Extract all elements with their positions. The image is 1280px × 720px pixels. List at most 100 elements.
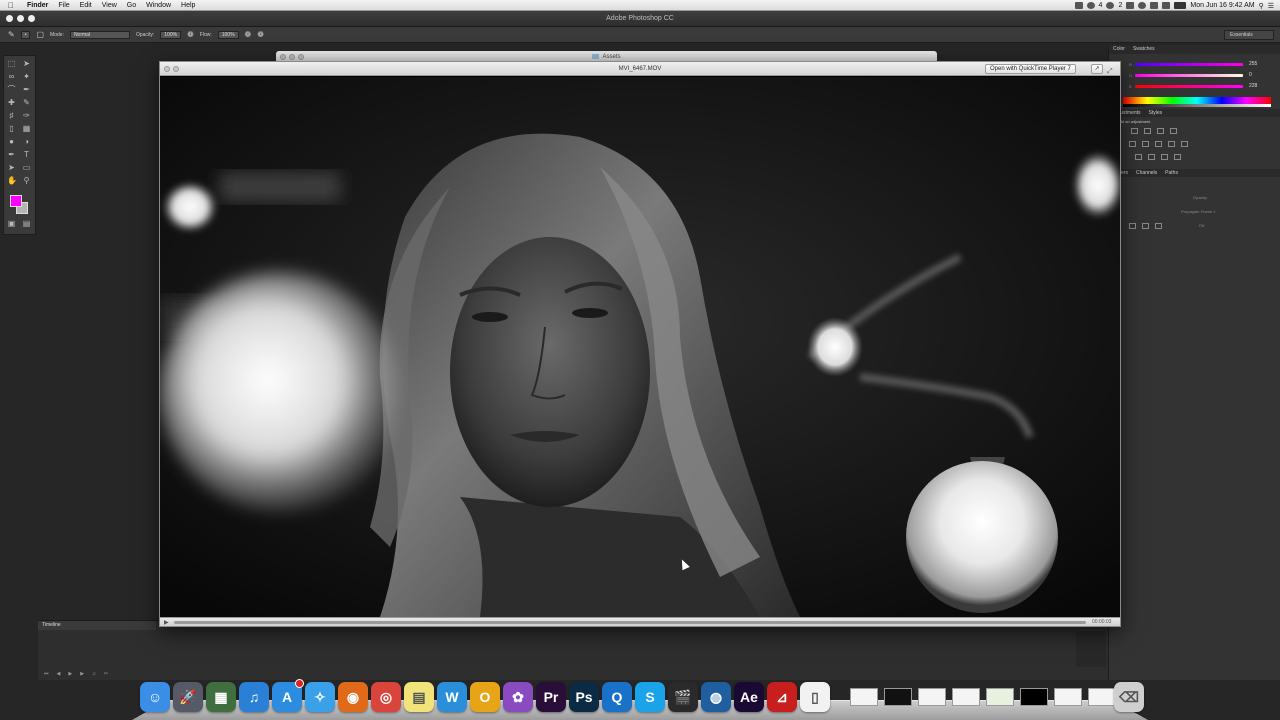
clapboard-icon[interactable]: 🎬 bbox=[668, 682, 698, 712]
word-icon[interactable]: W bbox=[437, 682, 467, 712]
dock-window-thumbnail[interactable] bbox=[884, 688, 912, 706]
clone-stamp-tool-icon[interactable]: ♯ bbox=[7, 111, 16, 120]
premiere-icon[interactable]: Pr bbox=[536, 682, 566, 712]
menu-edit[interactable]: Edit bbox=[75, 0, 97, 11]
blur-tool-icon[interactable]: ● bbox=[7, 137, 16, 146]
brush-panel-icon[interactable]: ▢ bbox=[36, 30, 44, 39]
hand-tool-icon[interactable]: ✋ bbox=[7, 176, 17, 185]
exposure-adjustment-icon[interactable] bbox=[1170, 128, 1177, 134]
finder-icon[interactable]: ☺ bbox=[140, 682, 170, 712]
channel-r-slider[interactable] bbox=[1135, 63, 1243, 66]
app-store-icon[interactable]: A bbox=[272, 679, 304, 712]
type-tool-icon[interactable]: T bbox=[22, 150, 31, 159]
dropbox-icon[interactable] bbox=[1086, 2, 1095, 9]
dock-window-thumbnail[interactable] bbox=[1054, 688, 1082, 706]
channel-b-slider[interactable] bbox=[1135, 85, 1243, 88]
document-icon[interactable]: ▯ bbox=[800, 682, 830, 712]
invert-adjustment-icon[interactable] bbox=[1135, 154, 1142, 160]
prev-frame-icon[interactable]: ◀ bbox=[57, 671, 61, 677]
color-spectrum-ramp[interactable] bbox=[1123, 97, 1271, 104]
pressure-size-icon[interactable]: ❁ bbox=[257, 30, 264, 39]
dock-window-thumbnail[interactable] bbox=[850, 688, 878, 706]
after-effects-icon[interactable]: Ae bbox=[734, 682, 764, 712]
dock-window-thumbnail[interactable] bbox=[986, 688, 1014, 706]
pressure-opacity-icon[interactable]: ❁ bbox=[187, 30, 194, 39]
shape-tool-icon[interactable]: ▭ bbox=[22, 163, 31, 172]
menu-help[interactable]: Help bbox=[176, 0, 200, 11]
opacity-input[interactable]: 100% bbox=[160, 30, 182, 39]
wifi-icon[interactable] bbox=[1150, 2, 1159, 9]
scissors-icon[interactable]: ✂ bbox=[104, 671, 108, 677]
first-frame-icon[interactable]: ⏮ bbox=[44, 671, 49, 677]
brightness-adjustment-icon[interactable] bbox=[1131, 128, 1138, 134]
curves-adjustment-icon[interactable] bbox=[1157, 128, 1164, 134]
play-button-icon[interactable]: ▶ bbox=[164, 619, 169, 626]
video-frame[interactable] bbox=[160, 77, 1120, 617]
tab-styles[interactable]: Styles bbox=[1149, 109, 1163, 117]
channel-r-value[interactable]: 255 bbox=[1249, 61, 1257, 67]
path-select-tool-icon[interactable]: ➤ bbox=[7, 163, 16, 172]
launchpad-icon[interactable]: 🚀 bbox=[173, 682, 203, 712]
lasso-tool-icon[interactable]: ∞ bbox=[7, 72, 16, 81]
dock-window-thumbnail[interactable] bbox=[918, 688, 946, 706]
scrubber-track[interactable] bbox=[174, 621, 1086, 624]
lock-position-icon[interactable] bbox=[1142, 223, 1149, 229]
skype-icon[interactable]: S bbox=[635, 682, 665, 712]
apple-menu-icon[interactable]:  bbox=[0, 1, 22, 10]
acrobat-icon[interactable]: ⊿ bbox=[767, 682, 797, 712]
dodge-tool-icon[interactable]: ◑ bbox=[22, 137, 31, 146]
flow-input[interactable]: 100% bbox=[217, 30, 239, 39]
sync-icon[interactable] bbox=[1106, 2, 1115, 9]
assets-zoom-icon[interactable] bbox=[298, 54, 304, 60]
brush-tool-box-icon[interactable]: ✎ bbox=[22, 98, 31, 107]
pen-tool-icon[interactable]: ✒ bbox=[7, 150, 16, 159]
crop-tool-icon[interactable]: ⌒ bbox=[7, 85, 16, 94]
photo-filter-adjustment-icon[interactable] bbox=[1181, 141, 1188, 147]
foreground-color-swatch[interactable] bbox=[10, 195, 22, 207]
tab-channels[interactable]: Channels bbox=[1136, 169, 1157, 177]
channel-g-slider[interactable] bbox=[1135, 74, 1243, 77]
photoshop-icon[interactable]: Ps bbox=[569, 682, 599, 712]
quicklook-zoom-icon[interactable] bbox=[173, 66, 179, 72]
threshold-adjustment-icon[interactable] bbox=[1161, 154, 1168, 160]
itunes-icon[interactable]: ♫ bbox=[239, 682, 269, 712]
tab-color[interactable]: Color bbox=[1113, 45, 1125, 54]
vibrance-adjustment-icon[interactable] bbox=[1129, 141, 1136, 147]
trash-icon[interactable]: ⌫ bbox=[1114, 682, 1144, 712]
assets-minimize-icon[interactable] bbox=[289, 54, 295, 60]
screen-icon[interactable] bbox=[1074, 2, 1083, 9]
levels-adjustment-icon[interactable] bbox=[1144, 128, 1151, 134]
screen-mode-icon[interactable]: ▤ bbox=[22, 219, 31, 228]
color-balance-adjustment-icon[interactable] bbox=[1155, 141, 1162, 147]
black-white-adjustment-icon[interactable] bbox=[1168, 141, 1175, 147]
outlook-icon[interactable]: O bbox=[470, 682, 500, 712]
next-frame-icon[interactable]: ▶ bbox=[80, 671, 84, 677]
assets-close-icon[interactable] bbox=[280, 54, 286, 60]
channel-g-value[interactable]: 0 bbox=[1249, 72, 1252, 78]
dock-window-thumbnail[interactable] bbox=[952, 688, 980, 706]
channel-b-value[interactable]: 228 bbox=[1249, 83, 1257, 89]
menu-window[interactable]: Window bbox=[141, 0, 176, 11]
notification-center-icon[interactable]: ☰ bbox=[1268, 2, 1274, 10]
marquee-tool-icon[interactable]: ⬚ bbox=[7, 59, 16, 68]
spotlight-icon[interactable]: ⚲ bbox=[1259, 2, 1264, 10]
firefox-icon[interactable]: ◉ bbox=[338, 682, 368, 712]
brush-tool-icon[interactable]: ✎ bbox=[8, 30, 15, 39]
bluetooth-icon[interactable] bbox=[1138, 2, 1147, 9]
volume-icon[interactable] bbox=[1162, 2, 1171, 9]
time-machine-icon[interactable] bbox=[1126, 2, 1135, 9]
propagate-frame-label[interactable]: Propagate Frame 1 bbox=[1181, 209, 1215, 214]
menu-app-name[interactable]: Finder bbox=[22, 0, 53, 11]
minimize-window-icon[interactable] bbox=[17, 15, 24, 22]
dock-window-thumbnail[interactable] bbox=[1020, 688, 1048, 706]
tab-paths[interactable]: Paths bbox=[1165, 169, 1178, 177]
quick-mask-icon[interactable]: ▣ bbox=[7, 219, 16, 228]
zoom-window-icon[interactable] bbox=[28, 15, 35, 22]
mode-select[interactable]: Normal bbox=[69, 30, 130, 39]
brush-size-picker[interactable]: • bbox=[20, 30, 31, 39]
globe-icon[interactable]: ◍ bbox=[701, 682, 731, 712]
audio-icon[interactable]: ♫ bbox=[92, 671, 96, 677]
menu-go[interactable]: Go bbox=[122, 0, 141, 11]
chrome-icon[interactable]: ◎ bbox=[371, 682, 401, 712]
grayscale-ramp[interactable] bbox=[1123, 104, 1271, 107]
